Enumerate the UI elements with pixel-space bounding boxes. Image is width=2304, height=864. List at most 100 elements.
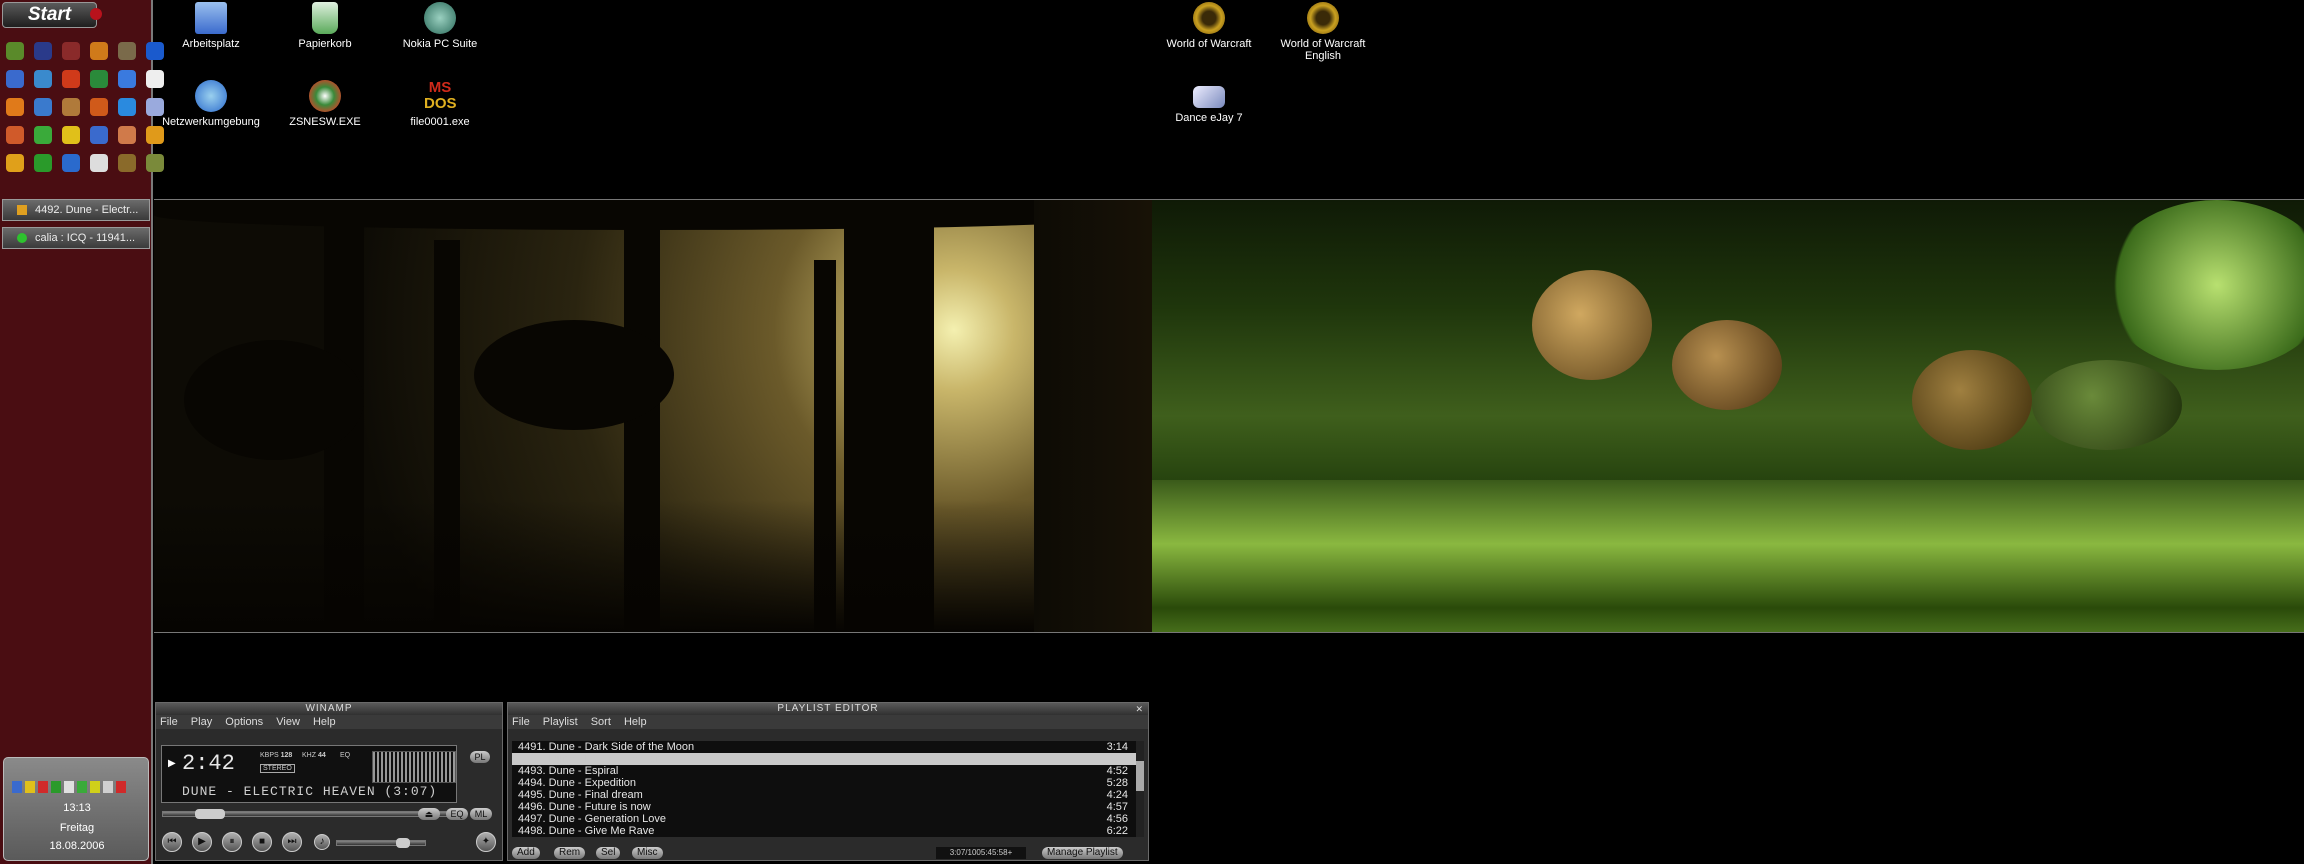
stop-button[interactable]: ■: [252, 832, 272, 852]
app-icon[interactable]: [90, 126, 108, 144]
manage-playlist-button[interactable]: Manage Playlist: [1042, 847, 1123, 859]
add-button[interactable]: Add: [512, 847, 540, 859]
app-icon[interactable]: [118, 98, 136, 116]
desktop-icon-world-of-warcraft[interactable]: World of Warcraft: [1154, 2, 1264, 50]
app-icon[interactable]: [118, 154, 136, 172]
app-icon[interactable]: [146, 126, 164, 144]
app-icon[interactable]: [34, 70, 52, 88]
tray-app-icon[interactable]: [116, 781, 126, 793]
previous-button[interactable]: ⏮: [162, 832, 182, 852]
app-icon[interactable]: [146, 154, 164, 172]
desktop-icon-papierkorb[interactable]: Papierkorb: [270, 2, 380, 50]
track-duration: 4:57: [1106, 801, 1128, 813]
app-icon[interactable]: [62, 70, 80, 88]
app-icon[interactable]: [62, 98, 80, 116]
playlist-title: PLAYLIST EDITOR: [777, 703, 879, 714]
tray-app-icon[interactable]: [38, 781, 48, 793]
menu-play[interactable]: Play: [191, 716, 212, 728]
desktop-icon-arbeitsplatz[interactable]: Arbeitsplatz: [156, 2, 266, 50]
playlist-scrollbar[interactable]: [1136, 741, 1144, 837]
close-icon[interactable]: ✕: [1135, 703, 1144, 715]
pl-menu-playlist[interactable]: Playlist: [543, 716, 578, 728]
volume-thumb[interactable]: [396, 838, 411, 848]
playlist-row[interactable]: 4493. Dune - Espiral 4:52: [512, 765, 1136, 777]
app-icon[interactable]: [62, 126, 80, 144]
visualization-button[interactable]: ✦: [476, 832, 496, 852]
desktop-icon-file0001[interactable]: MS DOS file0001.exe: [385, 80, 495, 129]
app-icon[interactable]: [62, 42, 80, 60]
spectrum-visualizer[interactable]: [372, 751, 456, 783]
clock-time[interactable]: 13:13: [4, 802, 150, 814]
next-button[interactable]: ⏭: [282, 832, 302, 852]
desktop-icon-zsnesw[interactable]: ZSNESW.EXE: [270, 80, 380, 128]
remove-button[interactable]: Rem: [554, 847, 586, 859]
app-icon[interactable]: [118, 42, 136, 60]
ml-button[interactable]: ML: [470, 808, 492, 820]
scroll-thumb[interactable]: [1136, 761, 1144, 791]
app-icon[interactable]: [6, 154, 24, 172]
play-button[interactable]: ▶: [192, 832, 212, 852]
desktop-icon-dance-ejay[interactable]: Dance eJay 7: [1154, 80, 1264, 124]
app-icon[interactable]: [90, 42, 108, 60]
volume-slider[interactable]: [336, 838, 426, 848]
playlist-row[interactable]: 4491. Dune - Dark Side of the Moon 3:14: [512, 741, 1136, 753]
start-orb-icon: [90, 8, 102, 20]
tray-app-icon[interactable]: [25, 781, 35, 793]
app-icon[interactable]: [34, 154, 52, 172]
app-icon[interactable]: [118, 126, 136, 144]
app-icon[interactable]: [34, 98, 52, 116]
seek-bar[interactable]: [162, 809, 462, 819]
pl-menu-sort[interactable]: Sort: [591, 716, 611, 728]
playlist-row[interactable]: 4494. Dune - Expedition 5:28: [512, 777, 1136, 789]
pause-button[interactable]: ⏸: [222, 832, 242, 852]
tray-app-icon[interactable]: [51, 781, 61, 793]
app-icon[interactable]: [34, 42, 52, 60]
start-button[interactable]: Start: [2, 2, 102, 28]
menu-options[interactable]: Options: [225, 716, 263, 728]
playlist-row[interactable]: 4497. Dune - Generation Love 4:56: [512, 813, 1136, 825]
app-icon[interactable]: [118, 70, 136, 88]
eq-toggle-button[interactable]: EQ: [446, 808, 468, 820]
task-button-winamp[interactable]: 4492. Dune - Electr...: [2, 199, 150, 221]
tray-app-icon[interactable]: [77, 781, 87, 793]
select-button[interactable]: Sel: [596, 847, 621, 859]
playlist-row[interactable]: 4498. Dune - Give Me Rave 6:22: [512, 825, 1136, 837]
tray-app-icon[interactable]: [103, 781, 113, 793]
elapsed-time[interactable]: 2:42: [182, 751, 235, 776]
tray-app-icon[interactable]: [90, 781, 100, 793]
app-icon[interactable]: [62, 154, 80, 172]
app-icon[interactable]: [6, 70, 24, 88]
eq-indicator[interactable]: EQ: [340, 752, 350, 759]
tray-app-icon[interactable]: [64, 781, 74, 793]
app-icon[interactable]: [34, 126, 52, 144]
recycle-bin-icon: [312, 2, 338, 34]
khz-value: 44: [317, 752, 326, 759]
desktop-icon-world-of-warcraft-english[interactable]: World of Warcraft English: [1268, 2, 1378, 62]
pl-menu-file[interactable]: File: [512, 716, 530, 728]
menu-view[interactable]: View: [276, 716, 300, 728]
playlist-row[interactable]: 4495. Dune - Final dream 4:24: [512, 789, 1136, 801]
app-icon[interactable]: [90, 70, 108, 88]
desktop-icon-netzwerkumgebung[interactable]: Netzwerkumgebung: [156, 80, 266, 128]
desktop-icon-nokia-pc-suite[interactable]: Nokia PC Suite: [385, 2, 495, 50]
misc-button[interactable]: Misc: [632, 847, 663, 859]
seek-thumb[interactable]: [195, 809, 226, 819]
menu-help[interactable]: Help: [313, 716, 336, 728]
playlist-row[interactable]: 4496. Dune - Future is now 4:57: [512, 801, 1136, 813]
desktop-icon-label: file0001.exe: [410, 116, 470, 128]
playlist-titlebar[interactable]: PLAYLIST EDITOR ✕: [508, 703, 1148, 715]
tray-app-icon[interactable]: [12, 781, 22, 793]
eject-button[interactable]: ⏏: [418, 808, 440, 820]
pl-button[interactable]: PL: [470, 751, 490, 763]
menu-file[interactable]: File: [160, 716, 178, 728]
playlist-row[interactable]: 4492. Dune - Electric Heaven 3:07: [512, 753, 1136, 765]
task-button-icq[interactable]: calia : ICQ - 11941...: [2, 227, 150, 249]
track-duration: 4:24: [1106, 789, 1128, 801]
app-icon[interactable]: [6, 42, 24, 60]
pl-menu-help[interactable]: Help: [624, 716, 647, 728]
app-icon[interactable]: [90, 98, 108, 116]
app-icon[interactable]: [90, 154, 108, 172]
app-icon[interactable]: [6, 126, 24, 144]
app-icon[interactable]: [6, 98, 24, 116]
winamp-titlebar[interactable]: WINAMP: [156, 703, 502, 715]
